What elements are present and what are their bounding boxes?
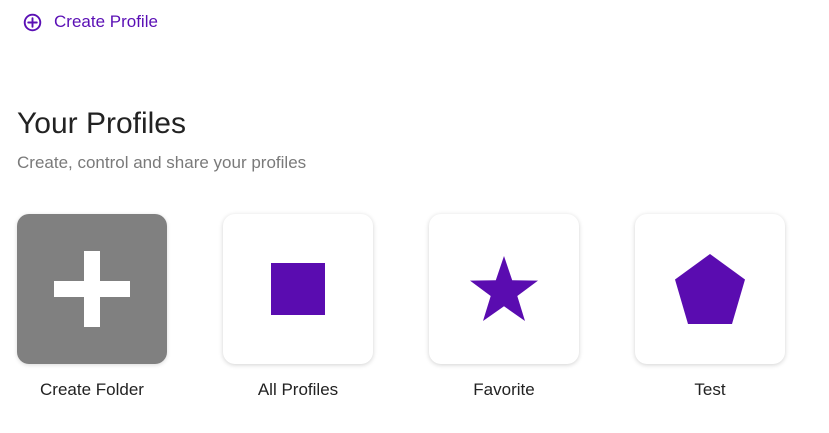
create-folder-label: Create Folder (40, 380, 144, 399)
test-label: Test (694, 380, 726, 399)
pentagon-icon (675, 254, 745, 324)
all-profiles-label: All Profiles (257, 380, 339, 399)
all-profiles-tile[interactable]: All Profiles (223, 214, 373, 400)
page-subtitle: Create, control and share your profiles (17, 153, 307, 172)
plus-circle-icon (23, 13, 42, 31)
favorite-tile[interactable]: Favorite (429, 214, 579, 400)
create-profile-label: Create Profile (54, 12, 158, 31)
all-profiles-card[interactable] (223, 214, 373, 364)
star-icon (470, 256, 538, 321)
favorite-label: Favorite (473, 380, 535, 399)
create-profile-button[interactable]: Create Profile (23, 12, 158, 32)
test-card[interactable] (635, 214, 785, 364)
profile-tiles: Create Folder All Profiles Favorite Test (17, 214, 785, 400)
create-folder-card[interactable] (17, 214, 167, 364)
favorite-card[interactable] (429, 214, 579, 364)
plus-icon (54, 251, 130, 327)
create-folder-tile[interactable]: Create Folder (17, 214, 167, 400)
test-tile[interactable]: Test (635, 214, 785, 400)
page-title: Your Profiles (17, 107, 186, 140)
square-icon (271, 263, 325, 315)
